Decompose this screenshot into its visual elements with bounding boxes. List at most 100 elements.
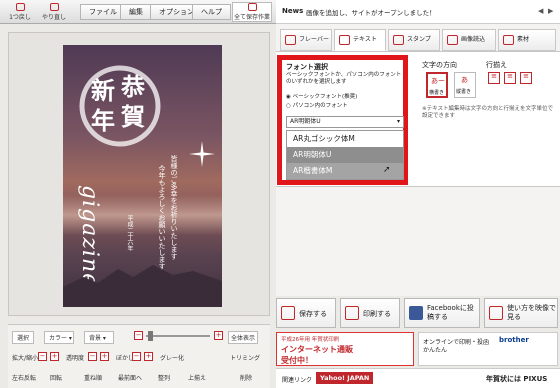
kanji-ga: 賀: [121, 102, 145, 131]
material-icon: [503, 35, 514, 45]
scale-up-button[interactable]: +: [50, 352, 59, 361]
font-option-mincho[interactable]: AR明朝体U: [287, 147, 403, 163]
vertical-button[interactable]: あ 縦書き: [454, 72, 476, 98]
facebook-icon: [409, 306, 423, 320]
tab-flavor-label: フレーバー: [299, 36, 329, 43]
pixus-link[interactable]: 年賀状には PIXUS: [486, 374, 547, 384]
banner-tag: 平成26年用 年賀状印刷: [281, 337, 340, 343]
font-option-maru-gothic[interactable]: AR丸ゴシック体M: [287, 131, 403, 147]
kanji-nen: 年: [91, 106, 115, 135]
zoom-handle[interactable]: [148, 331, 153, 341]
zoom-in-button[interactable]: +: [214, 331, 223, 340]
select-label: 選択: [17, 335, 30, 342]
zoom-out-button[interactable]: −: [134, 331, 143, 340]
sparkle-star: [189, 141, 215, 167]
align-right-button[interactable]: ≡: [520, 72, 532, 84]
flip-label[interactable]: 左右反転: [12, 373, 36, 382]
font-selection-box: フォント選択 ベーシックフォントか、パソコン内のフォントのいずれかを選択します …: [277, 55, 408, 185]
direction-heading: 文字の方向: [422, 61, 457, 69]
redo-icon: [49, 3, 59, 11]
scale-label: 拡大/縮小: [12, 355, 39, 362]
footer-links: 関連リンク Yahoo! JAPAN 年賀状には PIXUS: [276, 368, 560, 388]
tab-image[interactable]: 画像読込: [442, 29, 496, 51]
undo-icon: [15, 3, 25, 11]
facebook-button[interactable]: Facebookに投稿する: [404, 298, 480, 328]
font-option-pc[interactable]: ○ パソコン内のフォント: [286, 101, 348, 109]
tab-flavor[interactable]: フレーバー: [280, 29, 332, 51]
menu-edit[interactable]: 編集: [120, 4, 152, 20]
color-select[interactable]: カラー ▾: [44, 331, 74, 344]
bg-select[interactable]: 背景 ▾: [84, 331, 114, 344]
font-option-pc-label: パソコン内のフォント: [292, 103, 348, 109]
horizontal-icon: あー: [431, 77, 445, 85]
vertical-label: 縦書き: [456, 89, 472, 95]
tab-stamp[interactable]: スタンプ: [388, 29, 440, 51]
font-dropdown-list: AR丸ゴシック体M AR明朝体U AR楷書体M ➚: [286, 130, 404, 180]
align-label[interactable]: 整列: [158, 373, 170, 382]
color-label: カラー: [49, 335, 68, 342]
video-icon: [489, 306, 503, 320]
stamp-icon: [393, 35, 404, 45]
facebook-label: Facebookに投稿する: [427, 304, 474, 321]
tab-text-label: テキスト: [353, 36, 377, 43]
font-option-basic[interactable]: ◉ ベーシックフォント(推奨): [286, 92, 357, 100]
grayscale-label[interactable]: グレー化: [160, 353, 184, 362]
new-year-card[interactable]: 恭 新 賀 年 皆様のご多幸をお祈りいたします 今年もよろしくお願いいたします …: [63, 45, 222, 307]
brother-banner[interactable]: オンラインで印刷・投函かんたん brother: [418, 332, 558, 366]
opacity-up-button[interactable]: +: [100, 352, 109, 361]
horizontal-button[interactable]: あー 横書き: [426, 72, 448, 98]
fit-view-button[interactable]: 全体表示: [228, 331, 259, 344]
font-select-value: AR明朝体U: [290, 118, 321, 125]
top-align-label[interactable]: 上揃え: [188, 373, 206, 382]
scale-down-button[interactable]: −: [38, 352, 47, 361]
banner-sub: 受付中！: [281, 356, 313, 365]
news-text[interactable]: 画像を追加し、サイトがオープンしました！: [306, 7, 436, 17]
blur-up-button[interactable]: +: [144, 352, 153, 361]
rotate-label[interactable]: 回転: [50, 373, 62, 382]
news-prev-icon[interactable]: ◀: [538, 7, 548, 17]
save-icon: [281, 306, 295, 320]
horizontal-label: 横書き: [429, 90, 445, 96]
undo-button[interactable]: 1つ戻し: [6, 2, 34, 22]
brother-banner-text: オンラインで印刷・投函かんたん: [423, 339, 490, 354]
redo-button[interactable]: やり直し: [40, 2, 68, 22]
font-select[interactable]: AR明朝体U ▾: [286, 116, 404, 128]
save-all-button[interactable]: 全て保存作業: [232, 2, 272, 22]
flavor-icon: [285, 35, 296, 45]
news-bar: News 画像を追加し、サイトがオープンしました！ ◀ ▶: [276, 0, 560, 24]
front-label[interactable]: 最前面へ: [118, 373, 142, 382]
align-heading: 行揃え: [486, 61, 507, 69]
print-icon: [345, 306, 359, 320]
ad-banners: 平成26年用 年賀状印刷 インターネット通販 受付中！ オンラインで印刷・投函か…: [276, 332, 560, 368]
order-label[interactable]: 重ね順: [84, 373, 102, 382]
vertical-icon: あ: [461, 76, 468, 84]
brother-logo: brother: [499, 336, 529, 344]
print-service-banner[interactable]: 平成26年用 年賀状印刷 インターネット通販 受付中！: [276, 332, 414, 366]
menu-help[interactable]: ヘルプ: [192, 4, 231, 20]
yahoo-link[interactable]: Yahoo! JAPAN: [316, 372, 374, 384]
tab-material[interactable]: 素材: [498, 29, 556, 51]
save-button[interactable]: 保存する: [276, 298, 336, 328]
tab-text[interactable]: テキスト: [334, 29, 386, 51]
text-icon: [339, 35, 350, 45]
save-all-label: 全て保存作業: [233, 14, 270, 21]
mouse-cursor-icon: ➚: [383, 165, 391, 175]
trim-label[interactable]: トリミング: [230, 353, 260, 362]
zoom-slider[interactable]: [146, 335, 210, 337]
opacity-down-button[interactable]: −: [88, 352, 97, 361]
news-label: News: [282, 7, 304, 15]
redo-label: やり直し: [41, 14, 66, 21]
top-toolbar: 1つ戻し やり直し ファイル 編集 オプション ヘルプ 全て保存作業: [0, 0, 276, 24]
howto-video-button[interactable]: 使い方を映像で見る: [484, 298, 558, 328]
print-button[interactable]: 印刷する: [340, 298, 400, 328]
news-next-icon[interactable]: ▶: [548, 7, 558, 17]
tab-image-label: 画像読込: [461, 36, 486, 43]
howto-label: 使い方を映像で見る: [507, 304, 556, 321]
image-icon: [447, 35, 458, 45]
delete-label[interactable]: 削除: [240, 373, 252, 382]
blur-down-button[interactable]: −: [132, 352, 141, 361]
align-left-button[interactable]: ≡: [488, 72, 500, 84]
align-center-button[interactable]: ≡: [504, 72, 516, 84]
chevron-down-icon: ▾: [396, 118, 400, 125]
select-tool[interactable]: 選択: [12, 331, 35, 344]
